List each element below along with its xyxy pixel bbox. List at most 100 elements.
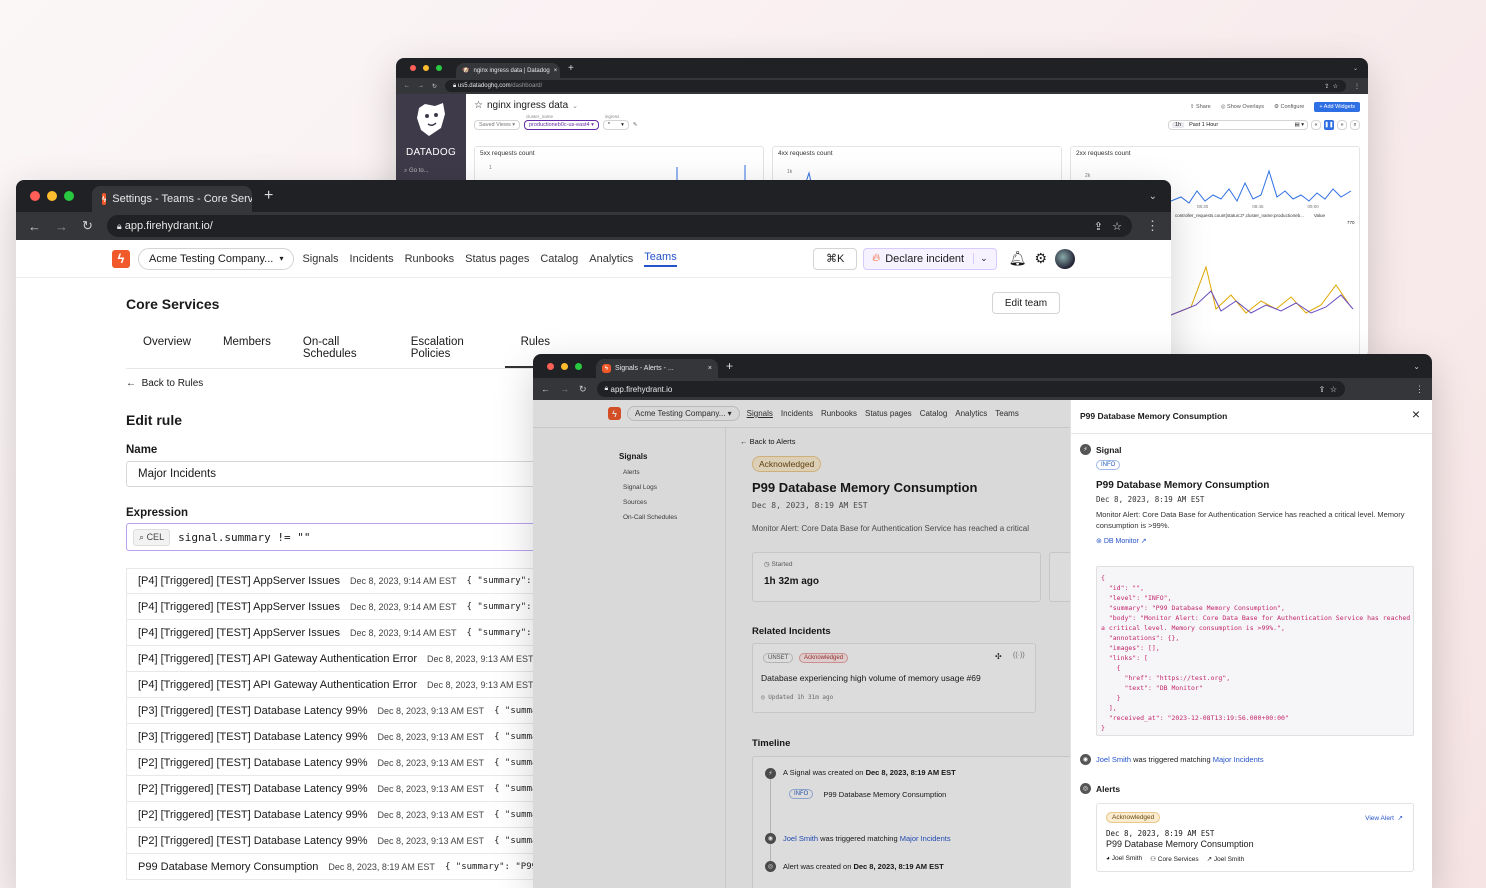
edit-pencil-icon[interactable]: ✎ [633, 122, 638, 128]
time-range-picker[interactable]: 1h Past 1 Hour ▤ ▾ [1168, 120, 1308, 130]
firehydrant-logo-icon[interactable]: ϟ [112, 249, 130, 268]
alert-card[interactable]: Acknowledged View Alert ↗ Dec 8, 2023, 8… [1096, 803, 1414, 872]
datadog-logo[interactable]: DATADOG [396, 94, 466, 158]
name-input[interactable]: Major Incidents [126, 461, 556, 487]
browser-menu-icon[interactable]: ⋮ [1354, 83, 1360, 90]
list-item[interactable]: P99 Database Memory Consumption Dec 8, 20… [126, 854, 556, 880]
back-arrow-icon[interactable]: ← [28, 219, 41, 234]
browser-menu-icon[interactable]: ⋮ [1146, 218, 1159, 234]
close-tab-icon[interactable]: × [554, 68, 558, 74]
tab-members[interactable]: Members [207, 336, 287, 368]
trigger-rule-link[interactable]: Major Incidents [1213, 755, 1264, 764]
zoom-window-button[interactable] [64, 191, 74, 201]
close-window-button[interactable] [547, 362, 554, 370]
pause-button[interactable]: ❚❚ [1324, 120, 1334, 130]
ingress-var[interactable]: ingress * ▾ [602, 114, 629, 130]
show-overlays-button[interactable]: ◎ Show Overlays [1221, 104, 1264, 110]
list-item[interactable]: [P3] [Triggered] [TEST] Database Latency… [126, 698, 556, 724]
zoom-icon[interactable]: ⌕ [1350, 120, 1360, 130]
cluster-var[interactable]: cluster_name productioneb0c-us-east4 ▾ [524, 114, 599, 130]
modal-backdrop[interactable] [533, 400, 1070, 888]
list-item[interactable]: [P4] [Triggered] [TEST] AppServer Issues… [126, 568, 556, 594]
share-button[interactable]: ⇪ Share [1190, 104, 1211, 110]
nav-signals[interactable]: Signals [302, 253, 338, 265]
address-bar[interactable]: 🔒︎ app.firehydrant.io/ ⇪ ☆ [106, 215, 1132, 237]
reload-icon[interactable]: ↻ [82, 218, 93, 234]
nav-runbooks[interactable]: Runbooks [405, 253, 455, 265]
configure-button[interactable]: ⚙ Configure [1274, 104, 1304, 110]
zoom-window-button[interactable] [575, 362, 582, 370]
list-item[interactable]: [P3] [Triggered] [TEST] Database Latency… [126, 724, 556, 750]
list-item[interactable]: [P2] [Triggered] [TEST] Database Latency… [126, 802, 556, 828]
close-window-button[interactable] [410, 65, 416, 71]
tab-on-call-schedules[interactable]: On-call Schedules [287, 336, 395, 368]
zoom-window-button[interactable] [436, 65, 442, 71]
address-bar[interactable]: 🔒︎ us5.datadoghq.com/dashboard/ ⇪ ☆ [445, 80, 1346, 92]
gear-icon[interactable]: ⚙ [1034, 250, 1047, 267]
monitor-link[interactable]: ⊚ DB Monitor ↗ [1096, 537, 1147, 545]
minimize-window-button[interactable] [47, 191, 57, 201]
bookmark-star-icon[interactable]: ☆ [1112, 220, 1122, 233]
nav-teams[interactable]: Teams [644, 251, 677, 267]
add-widgets-button[interactable]: + Add Widgets [1314, 102, 1360, 112]
close-window-button[interactable] [30, 191, 40, 201]
back-arrow-icon[interactable]: ← [541, 384, 550, 394]
new-tab-button[interactable]: + [264, 187, 273, 205]
tab-menu-chevron-icon[interactable]: ⌄ [1413, 362, 1420, 371]
tab-escalation-policies[interactable]: Escalation Policies [395, 336, 505, 368]
list-item[interactable]: [P2] [Triggered] [TEST] Database Latency… [126, 750, 556, 776]
minimize-window-button[interactable] [423, 65, 429, 71]
tab-menu-chevron-icon[interactable]: ⌄ [1149, 191, 1157, 202]
declare-incident-button[interactable]: 🔥︎ Declare incident ⌄ [863, 247, 997, 270]
avatar[interactable] [1055, 248, 1075, 269]
list-item[interactable]: [P4] [Triggered] [TEST] API Gateway Auth… [126, 646, 556, 672]
nav-incidents[interactable]: Incidents [350, 253, 394, 265]
back-to-rules-link[interactable]: ← Back to Rules [126, 378, 203, 389]
share-page-icon[interactable]: ⇪ [1324, 83, 1329, 90]
chevron-down-icon[interactable]: ⌄ [572, 102, 578, 110]
list-item[interactable]: [P4] [Triggered] [TEST] AppServer Issues… [126, 594, 556, 620]
nav-catalog[interactable]: Catalog [540, 253, 578, 265]
bell-icon[interactable]: 🔔︎ [1009, 250, 1027, 267]
share-page-icon[interactable]: ⇪ [1319, 385, 1326, 394]
browser-tab-datadog[interactable]: 🐶 nginx ingress data | Datadog × [456, 63, 560, 78]
forward-arrow-icon[interactable]: → [55, 219, 68, 234]
back-arrow-icon[interactable]: ← [404, 83, 410, 89]
list-item[interactable]: [P4] [Triggered] [TEST] AppServer Issues… [126, 620, 556, 646]
tab-overview[interactable]: Overview [126, 336, 207, 368]
json-line: "level": "INFO", [1101, 594, 1172, 602]
bookmark-star-icon[interactable]: ☆ [1333, 83, 1338, 90]
minimize-window-button[interactable] [561, 362, 568, 370]
org-switcher[interactable]: Acme Testing Company... ▾ [138, 247, 295, 270]
nav-status-pages[interactable]: Status pages [465, 253, 529, 265]
forward-button[interactable]: » [1337, 120, 1347, 130]
share-page-icon[interactable]: ⇪ [1094, 220, 1103, 233]
list-item[interactable]: [P2] [Triggered] [TEST] Database Latency… [126, 776, 556, 802]
tab-menu-chevron-icon[interactable]: ⌄ [1353, 65, 1358, 72]
reload-icon[interactable]: ↻ [432, 83, 437, 90]
close-tab-icon[interactable]: × [708, 365, 712, 372]
new-tab-button[interactable]: + [726, 359, 733, 373]
expression-input[interactable]: ⌕ CEL signal.summary != "" [126, 523, 556, 551]
bookmark-star-icon[interactable]: ☆ [1330, 385, 1337, 394]
new-tab-button[interactable]: + [568, 63, 574, 74]
command-k-button[interactable]: ⌘K [813, 247, 858, 270]
list-item[interactable]: [P2] [Triggered] [TEST] Database Latency… [126, 828, 556, 854]
address-bar[interactable]: 🔒︎ app.firehydrant.io ⇪ ☆ [596, 381, 1345, 397]
reload-icon[interactable]: ↻ [579, 384, 587, 395]
close-icon[interactable]: × [1412, 406, 1420, 422]
rewind-button[interactable]: « [1311, 120, 1321, 130]
view-alert-link[interactable]: View Alert ↗ [1365, 814, 1403, 822]
browser-tab-signals[interactable]: ϟ Signals - Alerts - ... × [596, 359, 718, 378]
saved-views-select[interactable]: Saved Views ▾ [474, 120, 520, 130]
list-item[interactable]: [P4] [Triggered] [TEST] API Gateway Auth… [126, 672, 556, 698]
forward-arrow-icon[interactable]: → [418, 83, 424, 89]
declare-dropdown-chevron-icon[interactable]: ⌄ [973, 253, 988, 264]
favorite-star-icon[interactable]: ☆ [474, 100, 483, 111]
edit-team-button[interactable]: Edit team [992, 292, 1060, 314]
browser-menu-icon[interactable]: ⋮ [1415, 384, 1424, 395]
forward-arrow-icon[interactable]: → [560, 384, 569, 394]
browser-tab-teams[interactable]: ϟSettings - Teams - Core Servic× [92, 186, 252, 212]
trigger-user-link[interactable]: Joel Smith [1096, 755, 1131, 764]
nav-analytics[interactable]: Analytics [589, 253, 633, 265]
